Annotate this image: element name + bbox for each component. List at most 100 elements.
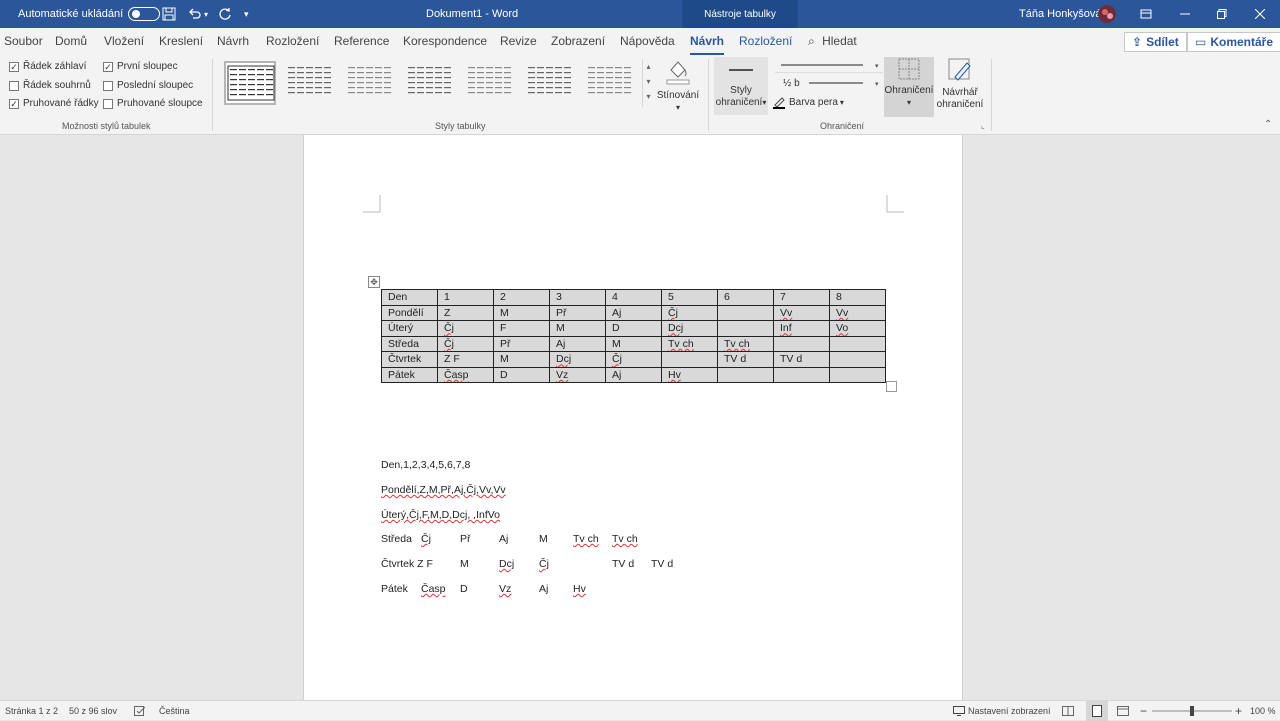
table-cell[interactable]: Vo bbox=[829, 320, 886, 337]
checkbox-box[interactable] bbox=[9, 80, 19, 91]
zoom-slider[interactable] bbox=[1152, 701, 1232, 721]
tab-insert[interactable]: Vložení bbox=[104, 34, 144, 48]
border-painter-button[interactable]: Návrhář ohraničení bbox=[935, 57, 985, 111]
table-cell[interactable]: Tv ch bbox=[717, 335, 774, 352]
total-row-checkbox[interactable]: Řádek souhrnů bbox=[9, 80, 91, 91]
table-cell[interactable]: Aj bbox=[605, 366, 662, 383]
line-style-dropdown[interactable]: ▾ bbox=[775, 59, 883, 73]
tab-layout[interactable]: Rozložení bbox=[266, 34, 319, 48]
collapse-ribbon-icon[interactable]: ⌃ bbox=[1264, 119, 1272, 130]
banded-rows-checkbox[interactable]: ✓ Pruhované řádky bbox=[9, 98, 99, 109]
display-settings[interactable]: Nastavení zobrazení bbox=[953, 701, 1051, 721]
table-resize-handle[interactable] bbox=[886, 381, 897, 392]
table-cell[interactable]: Vv bbox=[773, 304, 830, 321]
checkbox-box[interactable]: ✓ bbox=[9, 61, 19, 72]
table-cell[interactable]: Čj bbox=[437, 335, 494, 352]
checkbox-box[interactable]: ✓ bbox=[103, 61, 113, 72]
table-cell[interactable]: Aj bbox=[549, 335, 606, 352]
tab-review[interactable]: Revize bbox=[500, 34, 537, 48]
ribbon-display-options-icon[interactable] bbox=[1140, 0, 1152, 28]
tab-mailings[interactable]: Korespondence bbox=[403, 34, 487, 48]
print-layout-icon[interactable] bbox=[1086, 701, 1108, 721]
user-name[interactable]: Táňa Honkyšová bbox=[1019, 0, 1102, 28]
table-cell[interactable]: F bbox=[493, 320, 550, 337]
web-layout-icon[interactable] bbox=[1117, 701, 1129, 721]
table-cell[interactable]: 3 bbox=[549, 289, 606, 306]
table-cell[interactable]: Vv bbox=[829, 304, 886, 321]
autosave-toggle[interactable] bbox=[128, 7, 161, 21]
table-row-header-cell[interactable]: Pátek bbox=[381, 366, 438, 383]
close-icon[interactable] bbox=[1255, 0, 1265, 28]
table-cell[interactable]: Dcj bbox=[661, 320, 718, 337]
table-cell[interactable]: Časp bbox=[437, 366, 494, 383]
checkbox-box[interactable]: ✓ bbox=[9, 98, 19, 109]
gallery-scroll[interactable]: ▴ ▾ ▾ bbox=[642, 59, 654, 107]
table-style-thumbnail[interactable] bbox=[584, 61, 636, 105]
table-row-header-cell[interactable]: Čtvrtek bbox=[381, 351, 438, 368]
avatar[interactable] bbox=[1097, 0, 1117, 28]
pen-color-button[interactable]: Barva pera ▾ bbox=[772, 95, 844, 109]
page-count[interactable]: Stránka 1 z 2 bbox=[5, 701, 58, 721]
table-row-header-cell[interactable]: Úterý bbox=[381, 320, 438, 337]
table-cell[interactable]: D bbox=[493, 366, 550, 383]
table-cell[interactable] bbox=[717, 366, 774, 383]
tab-draw[interactable]: Kreslení bbox=[159, 34, 203, 48]
table-style-thumbnail[interactable] bbox=[524, 61, 576, 105]
table-cell[interactable]: Z bbox=[437, 304, 494, 321]
table-cell[interactable]: M bbox=[493, 351, 550, 368]
table-cell[interactable]: Př bbox=[493, 335, 550, 352]
table-cell[interactable]: 5 bbox=[661, 289, 718, 306]
table-cell[interactable]: M bbox=[549, 320, 606, 337]
table-style-thumbnail[interactable] bbox=[284, 61, 336, 105]
schedule-table[interactable]: Den 1 2 3 4 5 6 7 8 Pondělí Z M Př Aj Čj Vv Vv Úterý Čj F M D… bbox=[381, 289, 886, 383]
tab-table-design[interactable]: Návrh bbox=[690, 34, 725, 55]
table-cell[interactable]: Dcj bbox=[549, 351, 606, 368]
table-cell[interactable] bbox=[829, 366, 886, 383]
read-mode-icon[interactable] bbox=[1062, 701, 1074, 721]
table-cell[interactable] bbox=[717, 304, 774, 321]
tab-help[interactable]: Nápověda bbox=[620, 34, 675, 48]
table-cell[interactable] bbox=[773, 335, 830, 352]
tab-references[interactable]: Reference bbox=[334, 34, 389, 48]
maximize-icon[interactable] bbox=[1217, 0, 1227, 28]
table-cell[interactable]: Tv ch bbox=[661, 335, 718, 352]
header-row-checkbox[interactable]: ✓ Řádek záhlaví bbox=[9, 61, 86, 72]
table-cell[interactable]: TV d bbox=[773, 351, 830, 368]
table-cell[interactable] bbox=[773, 366, 830, 383]
table-cell[interactable]: Čj bbox=[437, 320, 494, 337]
table-cell[interactable] bbox=[661, 351, 718, 368]
table-cell[interactable]: Aj bbox=[605, 304, 662, 321]
borders-button[interactable]: Ohraničení ▾ bbox=[884, 57, 934, 117]
table-cell[interactable] bbox=[829, 351, 886, 368]
tab-design[interactable]: Návrh bbox=[217, 34, 249, 48]
comments-button[interactable]: ▭ Komentáře bbox=[1187, 32, 1280, 52]
table-move-handle[interactable]: ✥ bbox=[368, 276, 380, 288]
document-page[interactable]: ✥ Den 1 2 3 4 5 6 7 8 Pondělí Z M Př Aj Čj Vv Vv Úterý Čj F… bbox=[303, 135, 963, 700]
table-cell[interactable]: Vz bbox=[549, 366, 606, 383]
table-cell[interactable]: TV d bbox=[717, 351, 774, 368]
line-weight-dropdown[interactable]: ½ b ▾ bbox=[775, 76, 883, 90]
autosave[interactable]: Automatické ukládání bbox=[18, 0, 161, 28]
table-cell[interactable]: Z F bbox=[437, 351, 494, 368]
redo-icon[interactable] bbox=[218, 0, 232, 28]
table-row-header-cell[interactable]: Den bbox=[381, 289, 438, 306]
table-style-thumbnail[interactable] bbox=[344, 61, 396, 105]
first-column-checkbox[interactable]: ✓ První sloupec bbox=[103, 61, 178, 72]
table-cell[interactable]: 6 bbox=[717, 289, 774, 306]
table-cell[interactable]: Čj bbox=[605, 351, 662, 368]
table-cell[interactable] bbox=[829, 335, 886, 352]
table-style-thumbnail[interactable] bbox=[404, 61, 456, 105]
checkbox-box[interactable] bbox=[103, 80, 113, 91]
table-cell[interactable]: 7 bbox=[773, 289, 830, 306]
tab-table-layout[interactable]: Rozložení bbox=[739, 34, 792, 48]
zoom-in-icon[interactable]: + bbox=[1235, 701, 1242, 721]
table-cell[interactable] bbox=[717, 320, 774, 337]
table-cell[interactable]: 8 bbox=[829, 289, 886, 306]
word-count[interactable]: 50 z 96 slov bbox=[69, 701, 117, 721]
table-cell[interactable]: D bbox=[605, 320, 662, 337]
table-cell[interactable]: 2 bbox=[493, 289, 550, 306]
customize-toolbar-icon[interactable]: ▾ bbox=[244, 0, 249, 28]
share-button[interactable]: ⇪ Sdílet bbox=[1124, 32, 1187, 52]
table-cell[interactable]: Inf bbox=[773, 320, 830, 337]
tab-file[interactable]: Soubor bbox=[4, 34, 43, 48]
